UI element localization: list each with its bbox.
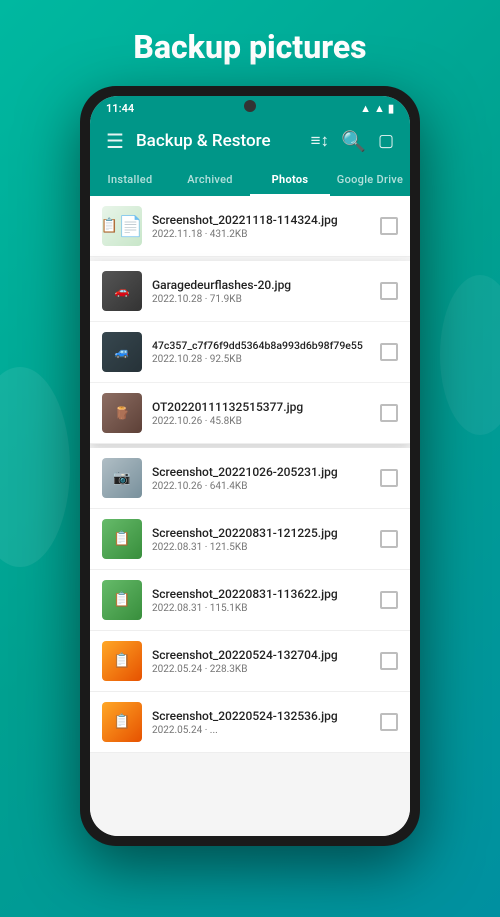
decorative-blob-right	[440, 275, 500, 435]
file-thumbnail: 📋	[102, 580, 142, 620]
search-icon[interactable]: 🔍	[341, 129, 366, 153]
file-meta: 2022.10.26 · 45.8KB	[152, 416, 370, 427]
file-meta: 2022.10.26 · 641.4KB	[152, 481, 370, 492]
view-toggle-icon[interactable]: ▢	[378, 131, 394, 151]
file-thumbnail: 📷	[102, 458, 142, 498]
file-thumbnail: 🚙	[102, 332, 142, 372]
phone-frame: 11:44 ▲ ▲ ▮ ☰ Backup & Restore ≡↕ 🔍 ▢ In…	[80, 86, 420, 846]
menu-icon[interactable]: ☰	[106, 129, 124, 153]
file-item[interactable]: 📋 Screenshot_20220524-132536.jpg 2022.05…	[90, 692, 410, 753]
phone-screen: 11:44 ▲ ▲ ▮ ☰ Backup & Restore ≡↕ 🔍 ▢ In…	[90, 96, 410, 836]
file-checkbox[interactable]	[380, 591, 398, 609]
file-info: Screenshot_20221118-114324.jpg 2022.11.1…	[152, 213, 370, 240]
app-bar: ☰ Backup & Restore ≡↕ 🔍 ▢	[90, 119, 410, 163]
status-time: 11:44	[106, 102, 134, 115]
tab-photos[interactable]: Photos	[250, 163, 330, 196]
file-info: Screenshot_20221026-205231.jpg 2022.10.2…	[152, 465, 370, 492]
file-thumbnail: 📋	[102, 206, 142, 246]
file-info: 47c357_c7f76f9dd5364b8a993d6b98f79e55 20…	[152, 339, 370, 365]
battery-icon: ▮	[388, 102, 394, 115]
file-info: Screenshot_20220831-113622.jpg 2022.08.3…	[152, 587, 370, 614]
file-item[interactable]: 🚗 Garagedeurflashes-20.jpg 2022.10.28 · …	[90, 261, 410, 322]
file-checkbox[interactable]	[380, 217, 398, 235]
file-item[interactable]: 🚙 47c357_c7f76f9dd5364b8a993d6b98f79e55 …	[90, 322, 410, 383]
file-meta: 2022.05.24 · ...	[152, 725, 370, 736]
tab-archived[interactable]: Archived	[170, 163, 250, 196]
file-meta: 2022.08.31 · 121.5KB	[152, 542, 370, 553]
status-icons: ▲ ▲ ▮	[360, 102, 394, 115]
app-bar-title: Backup & Restore	[136, 131, 299, 151]
file-meta: 2022.11.18 · 431.2KB	[152, 229, 370, 240]
elevated-card-group: 🚗 Garagedeurflashes-20.jpg 2022.10.28 · …	[90, 261, 410, 444]
file-thumbnail: 🪵	[102, 393, 142, 433]
file-name: 47c357_c7f76f9dd5364b8a993d6b98f79e55	[152, 339, 370, 352]
file-thumbnail: 📋	[102, 702, 142, 742]
file-checkbox[interactable]	[380, 652, 398, 670]
file-meta: 2022.05.24 · 228.3KB	[152, 664, 370, 675]
filter-icon[interactable]: ≡↕	[311, 131, 329, 151]
file-name: Screenshot_20220524-132704.jpg	[152, 648, 370, 662]
file-checkbox[interactable]	[380, 530, 398, 548]
file-name: Screenshot_20220831-121225.jpg	[152, 526, 370, 540]
file-name: Screenshot_20221026-205231.jpg	[152, 465, 370, 479]
file-info: Screenshot_20220524-132536.jpg 2022.05.2…	[152, 709, 370, 736]
file-name: Screenshot_20220524-132536.jpg	[152, 709, 370, 723]
file-checkbox[interactable]	[380, 343, 398, 361]
file-item[interactable]: 📋 Screenshot_20221118-114324.jpg 2022.11…	[90, 196, 410, 257]
phone-notch	[244, 100, 256, 112]
file-item[interactable]: 📋 Screenshot_20220831-121225.jpg 2022.08…	[90, 509, 410, 570]
file-name: Garagedeurflashes-20.jpg	[152, 278, 370, 292]
file-name: Screenshot_20221118-114324.jpg	[152, 213, 370, 227]
file-thumbnail: 🚗	[102, 271, 142, 311]
file-item[interactable]: 🪵 OT20220111132515377.jpg 2022.10.26 · 4…	[90, 383, 410, 444]
decorative-blob-left	[0, 367, 70, 567]
file-thumbnail: 📋	[102, 641, 142, 681]
file-meta: 2022.10.28 · 71.9KB	[152, 294, 370, 305]
file-info: Screenshot_20220831-121225.jpg 2022.08.3…	[152, 526, 370, 553]
tab-installed[interactable]: Installed	[90, 163, 170, 196]
file-item[interactable]: 📋 Screenshot_20220524-132704.jpg 2022.05…	[90, 631, 410, 692]
file-info: Screenshot_20220524-132704.jpg 2022.05.2…	[152, 648, 370, 675]
tabs-bar: Installed Archived Photos Google Drive	[90, 163, 410, 196]
file-name: OT20220111132515377.jpg	[152, 400, 370, 414]
tab-google-drive[interactable]: Google Drive	[330, 163, 410, 196]
file-name: Screenshot_20220831-113622.jpg	[152, 587, 370, 601]
file-info: OT20220111132515377.jpg 2022.10.26 · 45.…	[152, 400, 370, 427]
file-info: Garagedeurflashes-20.jpg 2022.10.28 · 71…	[152, 278, 370, 305]
file-checkbox[interactable]	[380, 282, 398, 300]
file-meta: 2022.08.31 · 115.1KB	[152, 603, 370, 614]
file-meta: 2022.10.28 · 92.5KB	[152, 354, 370, 365]
file-item[interactable]: 📋 Screenshot_20220831-113622.jpg 2022.08…	[90, 570, 410, 631]
file-item[interactable]: 📷 Screenshot_20221026-205231.jpg 2022.10…	[90, 448, 410, 509]
page-title: Backup pictures	[0, 0, 500, 86]
file-checkbox[interactable]	[380, 404, 398, 422]
file-thumbnail: 📋	[102, 519, 142, 559]
signal-icon: ▲	[374, 102, 385, 115]
wifi-icon: ▲	[360, 102, 371, 115]
file-checkbox[interactable]	[380, 469, 398, 487]
file-checkbox[interactable]	[380, 713, 398, 731]
file-list: 📋 Screenshot_20221118-114324.jpg 2022.11…	[90, 196, 410, 836]
